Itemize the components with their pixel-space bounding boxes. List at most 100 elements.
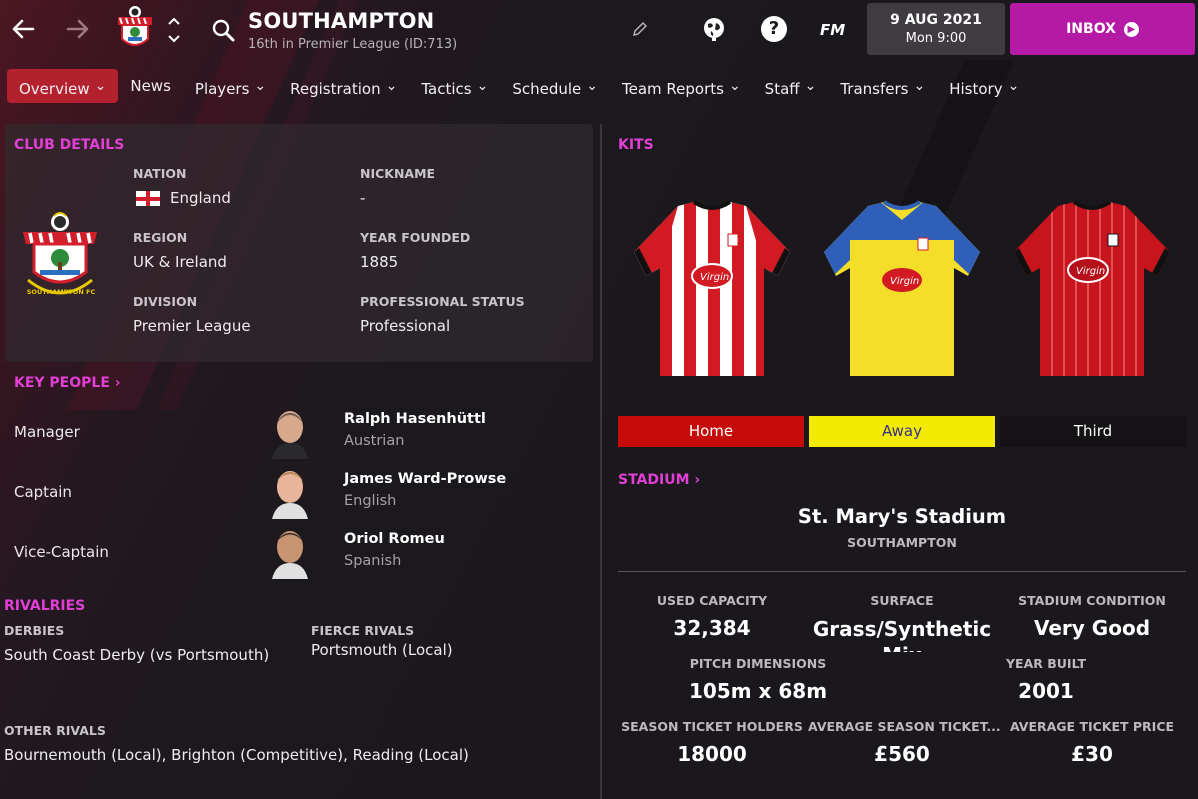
tab-history[interactable]: History ⌄ [937, 69, 1031, 103]
home-kit-label: Home [688, 422, 734, 440]
third-kit-button[interactable]: Third [1000, 416, 1186, 447]
fierce-rivals-value[interactable]: Portsmouth (Local) [311, 641, 453, 659]
top-bar: SOUTHAMPTON 16th in Premier League (ID:7… [0, 0, 1198, 62]
division-value[interactable]: Premier League [133, 317, 251, 335]
nickname-label: NICKNAME [360, 166, 436, 181]
professional-status-label: PROFESSIONAL STATUS [360, 294, 525, 309]
season-ticket-holders-label: SEASON TICKET HOLDERS [621, 719, 803, 734]
third-kit-label: Third [1073, 422, 1113, 440]
year-founded-value: 1885 [360, 253, 399, 271]
nickname-value: - [360, 189, 366, 207]
stadium-name: St. Mary's Stadium [797, 505, 1007, 528]
region-value: UK & Ireland [133, 253, 227, 271]
captain-face-icon[interactable] [268, 465, 312, 519]
manager-face-icon[interactable] [268, 405, 312, 459]
vice-captain-face-icon[interactable] [268, 525, 312, 579]
tab-schedule[interactable]: Schedule ⌄ [500, 69, 610, 103]
chevron-down-icon: ⌄ [728, 78, 741, 94]
manager-role: Manager [14, 423, 80, 441]
up-down-chevron-icon[interactable] [166, 14, 182, 46]
manager-nationality: Austrian [344, 433, 405, 449]
tab-tactics[interactable]: Tactics ⌄ [409, 69, 500, 103]
fierce-rivals-label: FIERCE RIVALS [311, 623, 415, 638]
derbies-label: DERBIES [4, 623, 65, 638]
tab-overview[interactable]: Overview ⌄ [7, 69, 119, 103]
division-label: DIVISION [133, 294, 198, 309]
away-kit-button[interactable]: Away [809, 416, 995, 447]
third-kit-sponsor: Virgin [1076, 266, 1105, 277]
captain-name[interactable]: James Ward-Prowse [344, 471, 506, 487]
key-people-title[interactable]: KEY PEOPLE › [14, 375, 121, 391]
current-day-time: Mon 9:00 [905, 31, 967, 46]
pitch-dimensions-label: PITCH DIMENSIONS [689, 656, 827, 671]
date-display[interactable]: 9 AUG 2021 Mon 9:00 [867, 3, 1005, 55]
back-arrow-icon[interactable] [8, 14, 38, 44]
stadium-city: SOUTHAMPTON [847, 535, 957, 550]
fm-logo[interactable]: FM [820, 21, 845, 39]
vice-captain-name[interactable]: Oriol Romeu [344, 531, 445, 547]
chevron-right-icon: › [109, 375, 121, 391]
tab-bar: Overview ⌄ News Players ⌄ Registration ⌄ Tactic… [7, 69, 1031, 103]
chevron-down-icon: ⌄ [913, 78, 926, 94]
kits-title: KITS [618, 137, 654, 153]
season-ticket-holders-value: 18000 [677, 742, 747, 766]
search-icon[interactable] [210, 17, 236, 43]
stadium-condition-label: STADIUM CONDITION [1018, 593, 1166, 608]
derbies-value[interactable]: South Coast Derby (vs Portsmouth) [4, 646, 269, 664]
tab-news[interactable]: News [118, 69, 183, 103]
nation-value: England [170, 189, 231, 207]
help-icon[interactable]: ? [761, 16, 787, 42]
england-flag-icon [136, 191, 160, 206]
away-kit-sponsor: Virgin [890, 276, 919, 287]
tab-team-reports[interactable]: Team Reports ⌄ [610, 69, 753, 103]
away-kit-label: Away [882, 422, 922, 440]
home-kit-button[interactable]: Home [618, 416, 804, 447]
manager-name[interactable]: Ralph Hasenhüttl [344, 411, 486, 427]
captain-role: Captain [14, 483, 72, 501]
key-people-title-text: KEY PEOPLE [14, 375, 110, 391]
club-subtitle: 16th in Premier League (ID:713) [248, 37, 458, 52]
year-built-label: YEAR BUILT [1006, 656, 1086, 671]
tab-staff[interactable]: Staff ⌄ [753, 69, 829, 103]
average-ticket-price-value: £30 [1071, 742, 1113, 766]
stadium-condition-value: Very Good [1033, 616, 1151, 640]
region-label: REGION [133, 230, 188, 245]
chevron-down-icon: ⌄ [385, 78, 398, 94]
stadium-title[interactable]: STADIUM › [618, 472, 700, 488]
other-rivals-value[interactable]: Bournemouth (Local), Brighton (Competiti… [4, 746, 469, 764]
inbox-label: INBOX [1066, 21, 1116, 37]
club-overview-screen: SOUTHAMPTON 16th in Premier League (ID:7… [0, 0, 1198, 799]
nation-label: NATION [133, 166, 187, 181]
tab-transfers[interactable]: Transfers ⌄ [828, 69, 937, 103]
club-title: SOUTHAMPTON [248, 9, 435, 33]
home-kit-shirt[interactable]: Virgin [628, 200, 796, 380]
tab-registration[interactable]: Registration ⌄ [278, 69, 409, 103]
average-season-ticket-label: AVERAGE SEASON TICKET... [808, 719, 1001, 734]
third-kit-shirt[interactable]: Virgin [1008, 200, 1176, 380]
rivalries-title: RIVALRIES [4, 598, 86, 614]
vice-captain-role: Vice-Captain [14, 543, 109, 561]
tab-label: Staff [764, 80, 800, 98]
away-kit-shirt[interactable]: Virgin [818, 200, 986, 380]
edit-pencil-icon[interactable] [631, 20, 649, 38]
inbox-button[interactable]: INBOX ▶ [1010, 3, 1195, 55]
tab-label: News [130, 77, 171, 95]
tab-label: Schedule [512, 80, 582, 98]
tab-label: Team Reports [621, 80, 724, 98]
professional-status-value: Professional [360, 317, 451, 335]
arrow-right-circle-icon: ▶ [1123, 22, 1139, 37]
stadium-title-text: STADIUM [618, 472, 690, 488]
tab-label: Overview [19, 80, 90, 98]
used-capacity-value: 32,384 [673, 616, 751, 640]
used-capacity-label: USED CAPACITY [656, 593, 768, 608]
column-divider [600, 124, 602, 799]
tab-label: Transfers [840, 80, 909, 98]
forward-arrow-icon[interactable] [63, 14, 93, 44]
tab-players[interactable]: Players ⌄ [183, 69, 278, 103]
tab-label: Players [194, 80, 250, 98]
club-crest-icon[interactable] [114, 5, 156, 55]
globe-icon[interactable] [700, 15, 728, 43]
chevron-down-icon: ⌄ [254, 78, 267, 94]
tab-label: Registration [290, 80, 381, 98]
crest-text: SOUTHAMPTON FC [26, 288, 96, 296]
